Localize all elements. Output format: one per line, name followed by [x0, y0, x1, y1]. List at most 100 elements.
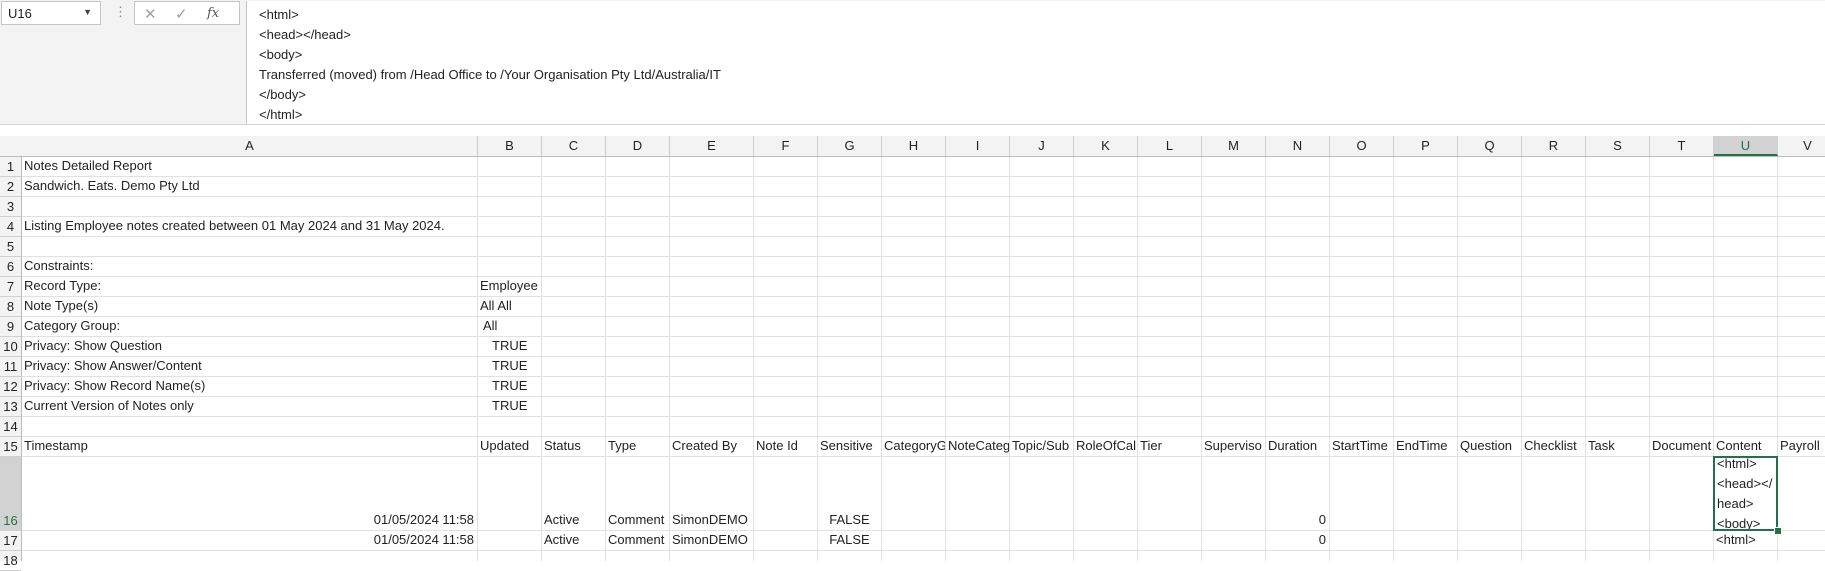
column-header-u[interactable]: U — [1714, 136, 1778, 156]
cell-created-by[interactable]: SimonDEMO — [670, 457, 753, 530]
constraint-value[interactable]: TRUE — [478, 337, 541, 356]
column-header-q[interactable]: Q — [1458, 136, 1522, 156]
row-header-14[interactable]: 14 — [0, 417, 21, 437]
row-header-18[interactable]: 18 — [0, 551, 21, 571]
column-header-t[interactable]: T — [1650, 136, 1714, 156]
active-cell-content[interactable]: <html> <head></ head> <body> — [1713, 456, 1778, 531]
constraint-label[interactable]: Current Version of Notes only — [22, 397, 477, 416]
cell-status[interactable]: Active — [542, 531, 605, 550]
constraint-label[interactable]: Privacy: Show Answer/Content — [22, 357, 477, 376]
report-company[interactable]: Sandwich. Eats. Demo Pty Ltd — [22, 177, 477, 196]
table-header-question[interactable]: Question — [1458, 437, 1521, 456]
cell-sensitive[interactable]: FALSE — [818, 531, 881, 550]
table-header-timestamp[interactable]: Timestamp — [22, 437, 477, 456]
column-header-c[interactable]: C — [542, 136, 606, 156]
cell-type[interactable]: Comment — [606, 531, 669, 550]
row-header-13[interactable]: 13 — [0, 397, 21, 417]
row-header-15[interactable]: 15 — [0, 437, 21, 457]
constraint-value[interactable]: Employee — [478, 277, 607, 296]
column-header-h[interactable]: H — [882, 136, 946, 156]
row-header-9[interactable]: 9 — [0, 317, 21, 337]
formula-input[interactable]: <html> <head></head> <body> Transferred … — [246, 1, 1825, 124]
table-header-superviso[interactable]: Superviso — [1202, 437, 1265, 456]
table-header-updated[interactable]: Updated — [478, 437, 541, 456]
cell-type[interactable]: Comment — [606, 457, 669, 530]
row-header-4[interactable]: 4 — [0, 217, 21, 237]
row-header-2[interactable]: 2 — [0, 177, 21, 197]
cell-timestamp[interactable]: 01/05/2024 11:58 — [22, 457, 477, 530]
table-header-tier[interactable]: Tier — [1138, 437, 1201, 456]
constraint-value[interactable]: All All — [478, 297, 607, 316]
column-header-r[interactable]: R — [1522, 136, 1586, 156]
row-header-17[interactable]: 17 — [0, 531, 21, 551]
check-icon[interactable]: ✓ — [175, 5, 188, 23]
cell-content[interactable]: <html> — [1714, 531, 1777, 550]
constraint-value[interactable]: TRUE — [478, 397, 541, 416]
name-box[interactable]: U16 ▼ — [1, 1, 101, 25]
row-header-11[interactable]: 11 — [0, 357, 21, 377]
table-header-task[interactable]: Task — [1586, 437, 1649, 456]
column-header-f[interactable]: F — [754, 136, 818, 156]
row-header-5[interactable]: 5 — [0, 237, 21, 257]
row-header-1[interactable]: 1 — [0, 157, 21, 177]
close-icon[interactable]: ✕ — [144, 5, 157, 23]
table-header-note-id[interactable]: Note Id — [754, 437, 817, 456]
constraint-value[interactable]: All — [478, 317, 541, 336]
table-header-status[interactable]: Status — [542, 437, 605, 456]
column-header-p[interactable]: P — [1394, 136, 1458, 156]
cell-created-by[interactable]: SimonDEMO — [670, 531, 753, 550]
column-header-b[interactable]: B — [478, 136, 542, 156]
table-header-payroll[interactable]: Payroll — [1778, 437, 1825, 456]
table-header-topic-sub[interactable]: Topic/Sub — [1010, 437, 1073, 456]
column-header-i[interactable]: I — [946, 136, 1010, 156]
table-header-content[interactable]: Content — [1714, 437, 1777, 456]
table-header-notecateg[interactable]: NoteCateg — [946, 437, 1009, 456]
report-listing[interactable]: Listing Employee notes created between 0… — [22, 217, 477, 236]
table-header-document[interactable]: Document — [1650, 437, 1713, 456]
constraint-label[interactable]: Record Type: — [22, 277, 477, 296]
row-header-16[interactable]: 16 — [0, 457, 21, 531]
row-header-12[interactable]: 12 — [0, 377, 21, 397]
column-header-d[interactable]: D — [606, 136, 670, 156]
constraint-label[interactable]: Category Group: — [22, 317, 477, 336]
column-header-v[interactable]: V — [1778, 136, 1825, 156]
cell-timestamp[interactable]: 01/05/2024 11:58 — [22, 531, 477, 550]
table-header-type[interactable]: Type — [606, 437, 669, 456]
constraint-label[interactable]: Privacy: Show Record Name(s) — [22, 377, 477, 396]
column-header-e[interactable]: E — [670, 136, 754, 156]
row-header-6[interactable]: 6 — [0, 257, 21, 277]
constraints-label[interactable]: Constraints: — [22, 257, 477, 276]
constraint-value[interactable]: TRUE — [478, 357, 541, 376]
column-header-g[interactable]: G — [818, 136, 882, 156]
table-header-duration[interactable]: Duration — [1266, 437, 1329, 456]
cell-duration[interactable]: 0 — [1266, 457, 1329, 530]
table-header-roleofcal[interactable]: RoleOfCal — [1074, 437, 1137, 456]
column-header-j[interactable]: J — [1010, 136, 1074, 156]
row-header-3[interactable]: 3 — [0, 197, 21, 217]
column-header-n[interactable]: N — [1266, 136, 1330, 156]
column-header-l[interactable]: L — [1138, 136, 1202, 156]
constraint-label[interactable]: Note Type(s) — [22, 297, 477, 316]
row-header-7[interactable]: 7 — [0, 277, 21, 297]
table-header-endtime[interactable]: EndTime — [1394, 437, 1457, 456]
row-header-8[interactable]: 8 — [0, 297, 21, 317]
constraint-label[interactable]: Privacy: Show Question — [22, 337, 477, 356]
insert-function-button[interactable]: fx — [207, 6, 219, 21]
table-header-sensitive[interactable]: Sensitive — [818, 437, 881, 456]
cell-sensitive[interactable]: FALSE — [818, 457, 881, 530]
table-header-starttime[interactable]: StartTime — [1330, 437, 1393, 456]
report-title[interactable]: Notes Detailed Report — [22, 157, 477, 176]
constraint-value[interactable]: TRUE — [478, 377, 541, 396]
cell-duration[interactable]: 0 — [1266, 531, 1329, 550]
chevron-down-icon[interactable]: ▼ — [83, 7, 92, 17]
row-header-10[interactable]: 10 — [0, 337, 21, 357]
table-header-checklist[interactable]: Checklist — [1522, 437, 1585, 456]
cell-status[interactable]: Active — [542, 457, 605, 530]
column-header-a[interactable]: A — [22, 136, 478, 156]
column-header-o[interactable]: O — [1330, 136, 1394, 156]
column-header-k[interactable]: K — [1074, 136, 1138, 156]
column-header-s[interactable]: S — [1586, 136, 1650, 156]
table-header-created-by[interactable]: Created By — [670, 437, 753, 456]
column-header-m[interactable]: M — [1202, 136, 1266, 156]
sheet-grid[interactable]: Notes Detailed Report Sandwich. Eats. Dem… — [22, 157, 1825, 561]
